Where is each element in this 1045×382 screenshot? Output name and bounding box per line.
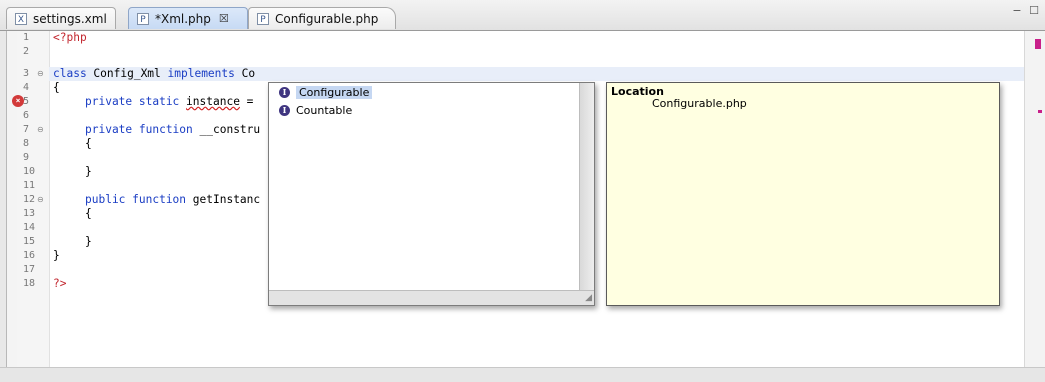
completion-info-popup: Location Configurable.php [606,82,1000,306]
code-line-16[interactable]: } [53,249,60,263]
code-line-1[interactable]: <?php [53,31,87,45]
line-number: 9 [23,152,30,163]
line-number: 17 [23,264,36,275]
code-line-3[interactable]: class Config_Xml implements Co [53,67,255,81]
code-line-8[interactable]: { [85,137,92,151]
tab-configurable-php[interactable]: P Configurable.php [248,7,396,29]
completion-item-countable[interactable]: I Countable [269,102,579,118]
line-number: 6 [23,110,30,121]
interface-icon: I [279,104,290,116]
line-number: 16 [23,250,36,261]
code-line-13[interactable]: { [85,207,92,221]
info-location-value: Configurable.php [652,97,747,110]
tab-label: Configurable.php [275,11,379,26]
code-line-15[interactable]: } [85,235,92,249]
interface-icon: I [279,86,290,98]
php-file-icon: P [137,12,149,25]
code-line-7[interactable]: private function __constru [85,123,260,137]
line-number: 11 [23,180,36,191]
completion-item-label: Countable [296,103,353,117]
line-number: 1 [23,32,30,43]
error-marker[interactable] [1038,110,1042,113]
line-number: 14 [23,222,36,233]
fold-icon[interactable]: ⊖ [37,69,44,78]
line-number: 10 [23,166,36,177]
completion-item-configurable[interactable]: I Configurable [269,84,579,100]
fold-icon[interactable]: ⊖ [37,125,44,134]
annotation-ruler [7,31,17,367]
php-file-icon: P [257,12,269,25]
code-line-4[interactable]: { [53,81,60,95]
line-number: 18 [23,278,36,289]
tab-settings-xml[interactable]: X settings.xml [6,7,116,29]
line-number: 4 [23,82,30,93]
code-line-10[interactable]: } [85,165,92,179]
code-line-12[interactable]: public function getInstanc [85,193,260,207]
minimize-maximize-icon[interactable]: − ☐ [1012,4,1041,17]
completion-scrollbar[interactable] [579,83,594,291]
completion-status-bar: ◢ [269,290,594,305]
line-number: 13 [23,208,36,219]
close-tab-icon[interactable]: ☒ [219,12,229,25]
completion-item-label: Configurable [296,85,373,99]
ide-window: X settings.xml P *Xml.php ☒ P Configurab… [0,0,1045,382]
code-completion-popup: I Configurable I Countable ◢ [268,82,595,306]
fold-icon[interactable]: ⊖ [37,195,44,204]
error-marker[interactable] [1035,39,1041,49]
xml-file-icon: X [15,12,27,25]
overview-ruler[interactable] [1024,31,1045,367]
tab-xml-php[interactable]: P *Xml.php ☒ [128,7,248,29]
editor-tab-strip: X settings.xml P *Xml.php ☒ P Configurab… [0,0,1045,31]
resize-grip-icon[interactable]: ◢ [585,293,592,303]
tab-label: *Xml.php [155,11,211,26]
line-number: 8 [23,138,30,149]
error-icon[interactable]: × [12,95,24,107]
tab-label: settings.xml [33,11,107,26]
error-squiggle: instance [186,95,240,108]
code-line-5[interactable]: private static instance = [85,95,253,109]
line-number: 2 [23,46,30,57]
line-number: 15 [23,236,36,247]
code-line-18[interactable]: ?> [53,277,66,291]
line-number: × 5 [12,95,45,109]
horizontal-scrollbar[interactable] [0,367,1045,382]
